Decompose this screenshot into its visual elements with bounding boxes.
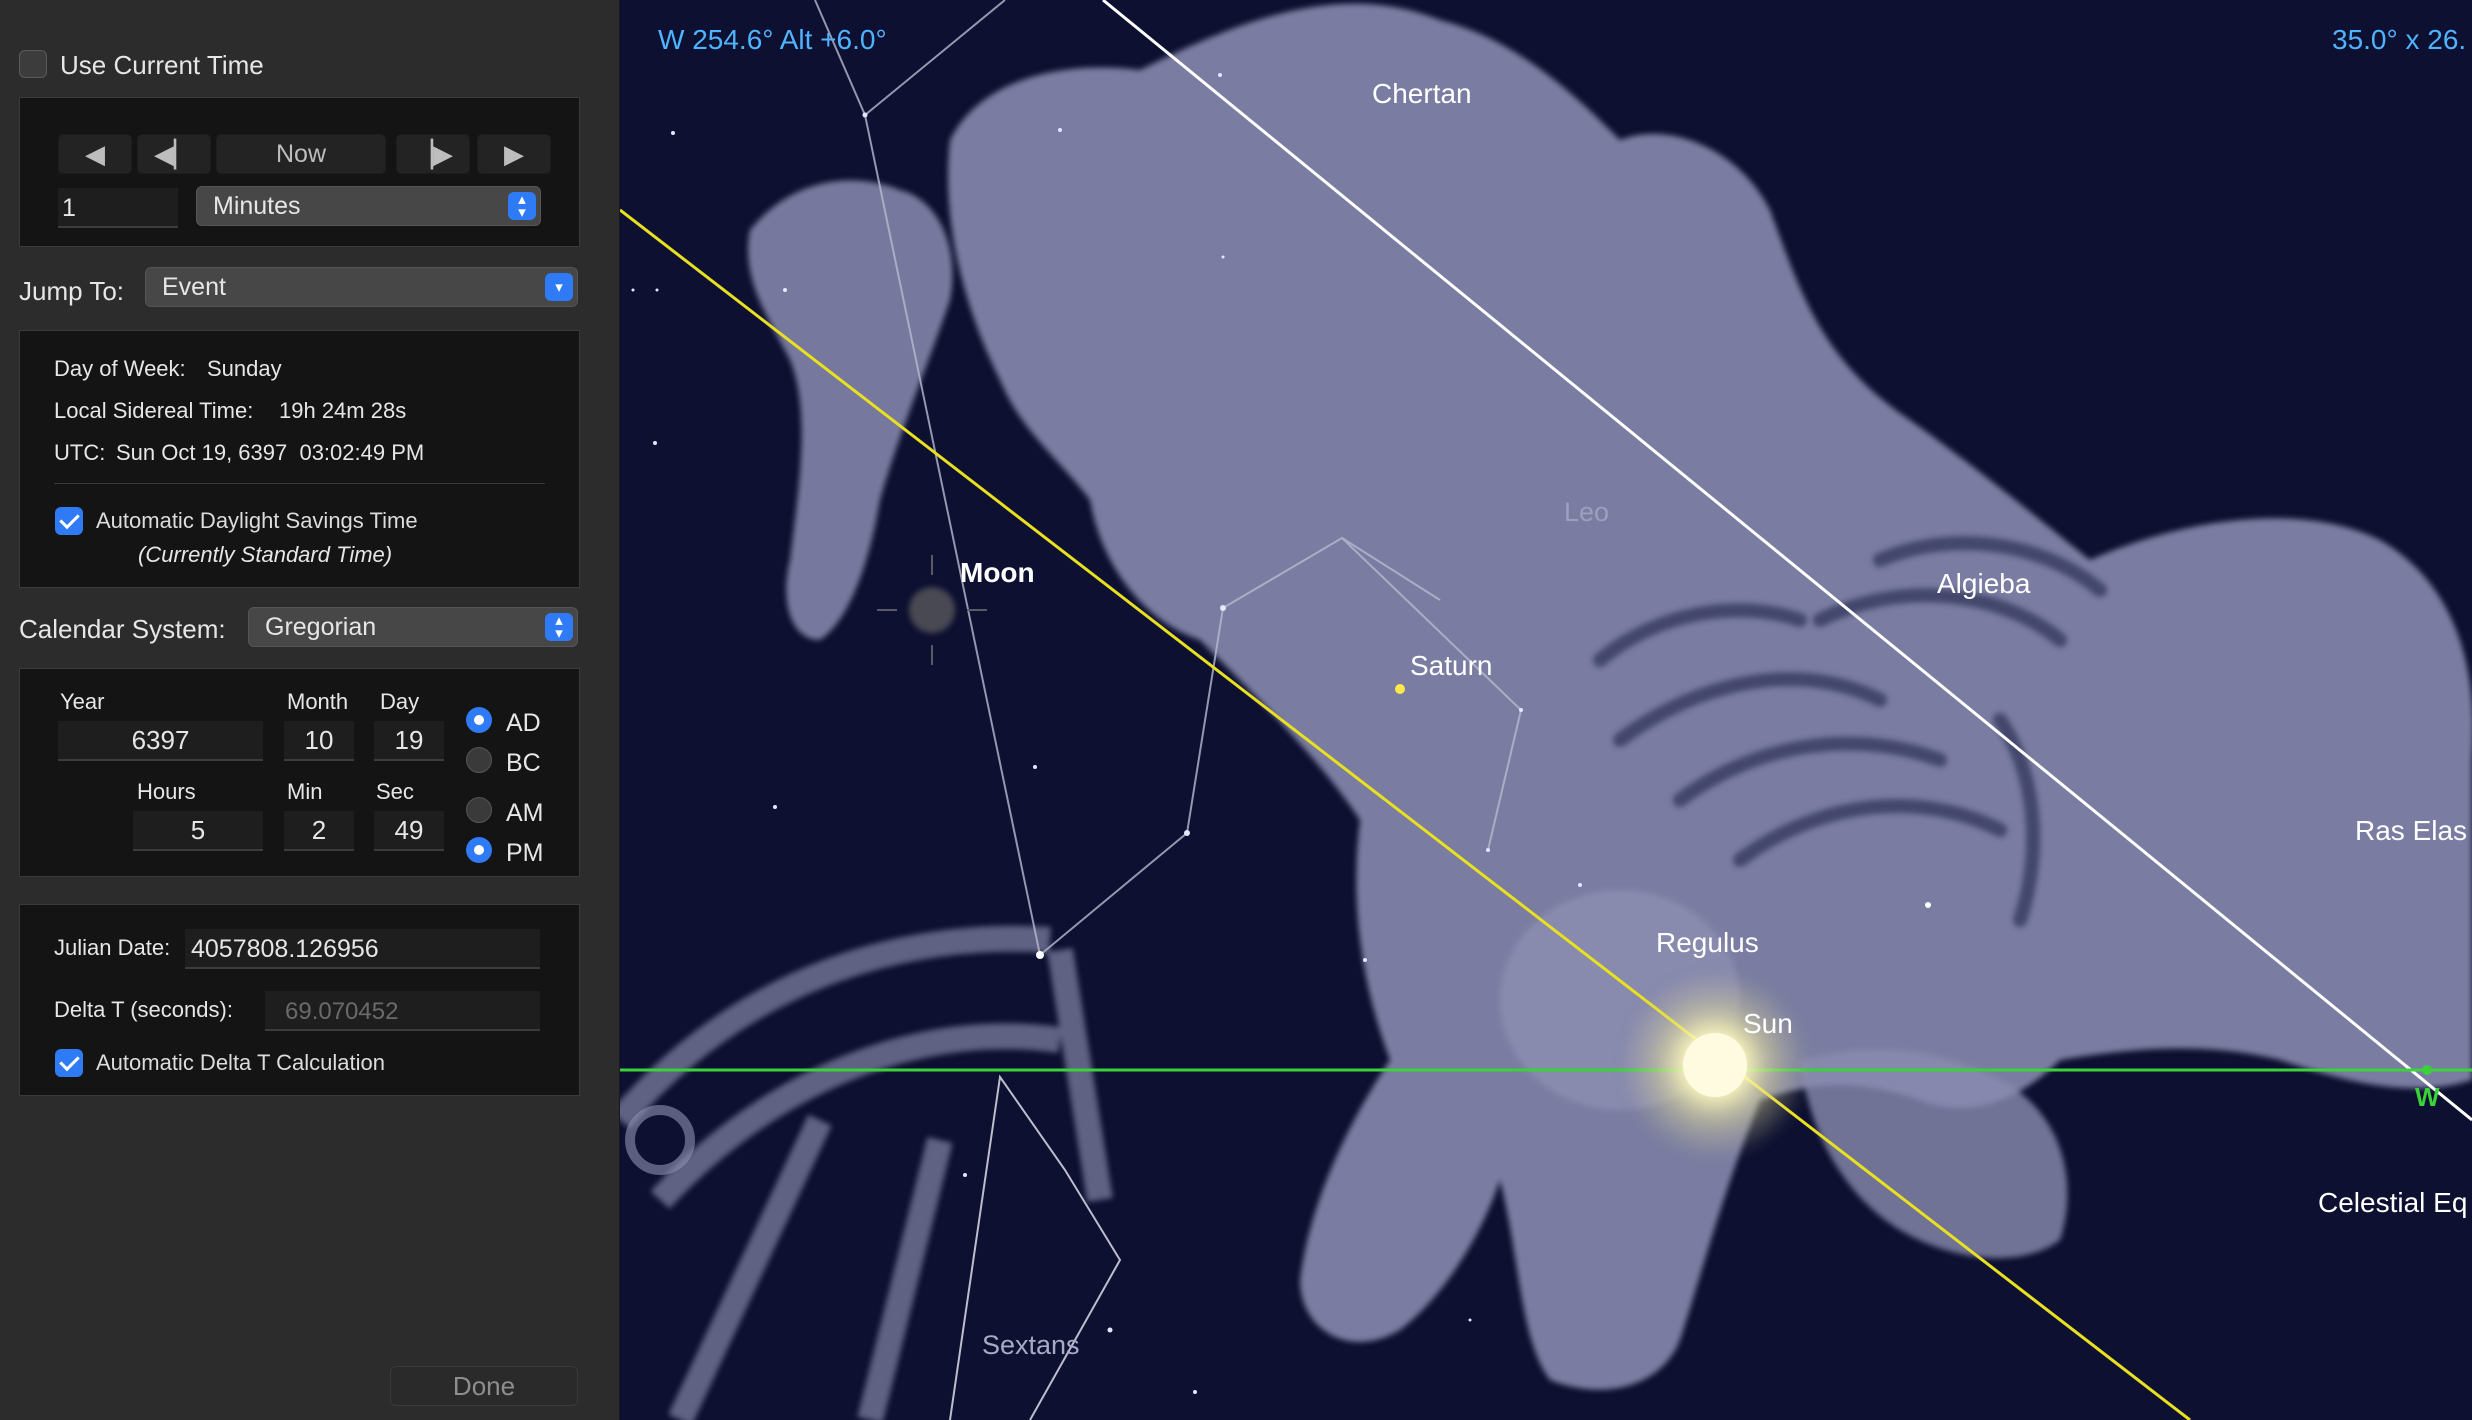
- sun[interactable]: [1620, 970, 1810, 1160]
- auto-delta-t-label: Automatic Delta T Calculation: [96, 1050, 385, 1075]
- auto-delta-t-checkbox[interactable]: [55, 1049, 83, 1077]
- moon-label: Moon: [960, 557, 1035, 588]
- jump-to-label: Jump To:: [19, 276, 125, 306]
- min-field[interactable]: 2: [284, 811, 354, 851]
- era-bc-label: BC: [506, 749, 541, 777]
- year-field[interactable]: 6397: [58, 721, 263, 761]
- dst-label: Automatic Daylight Savings Time: [96, 508, 418, 533]
- done-button[interactable]: Done: [390, 1366, 578, 1406]
- sky-view[interactable]: W 254.6° Alt +6.0° 35.0° x 26. Chertan L…: [620, 0, 2472, 1420]
- year-label: Year: [60, 689, 105, 714]
- step-forward-fast-button[interactable]: ▶: [477, 134, 551, 174]
- west-label: W: [2415, 1082, 2440, 1112]
- jump-to-value: Event: [162, 272, 226, 301]
- chertan-label: Chertan: [1372, 78, 1472, 109]
- month-label: Month: [287, 689, 349, 714]
- use-current-time-checkbox[interactable]: [19, 50, 47, 78]
- time-step-box: ◀ ◀▏ Now ▕▶ ▶ 1 Minutes ▴ ▾: [19, 97, 580, 247]
- regulus-label: Regulus: [1656, 927, 1759, 958]
- step-unit-select[interactable]: Minutes ▴ ▾: [196, 186, 541, 226]
- hours-field[interactable]: 5: [133, 811, 263, 851]
- calendar-system-label: Calendar System:: [19, 614, 226, 644]
- day-of-week-label: Day of Week:: [54, 356, 186, 381]
- date-time-panel: Use Current Time ◀ ◀▏ Now ▕▶ ▶ 1 Minutes…: [0, 0, 620, 1420]
- saturn[interactable]: [1395, 684, 1405, 694]
- ras-elas-label: Ras Elas: [2355, 815, 2468, 846]
- pm-radio[interactable]: [466, 837, 492, 863]
- era-ad-radio[interactable]: [466, 707, 492, 733]
- delta-t-label: Delta T (seconds):: [54, 997, 233, 1022]
- step-unit-value: Minutes: [213, 191, 301, 220]
- julian-date-box: Julian Date: 4057808.126956 Delta T (sec…: [19, 904, 580, 1096]
- celestial-equator-label: Celestial Eq: [2318, 1187, 2468, 1218]
- west-cardinal-point: [2422, 1065, 2432, 1075]
- position-readout: W 254.6° Alt +6.0°: [658, 24, 887, 55]
- hours-label: Hours: [137, 779, 196, 804]
- utc-label: UTC:: [54, 440, 106, 465]
- triangle-right-icon: ▶: [504, 138, 524, 169]
- sextans-label: Sextans: [982, 1330, 1080, 1360]
- step-forward-icon: ▕▶: [413, 138, 453, 169]
- sec-field[interactable]: 49: [374, 811, 444, 851]
- sec-label: Sec: [376, 779, 414, 804]
- am-label: AM: [506, 799, 544, 827]
- local-sidereal-time-value: 19h 24m 28s: [279, 398, 407, 423]
- day-of-week-value: Sunday: [207, 356, 282, 381]
- utc-value: Sun Oct 19, 6397 03:02:49 PM: [116, 440, 425, 465]
- algieba-label: Algieba: [1937, 568, 2031, 599]
- dst-note: (Currently Standard Time): [138, 542, 393, 567]
- step-forward-button[interactable]: ▕▶: [396, 134, 470, 174]
- jump-to-select[interactable]: Event ▾: [145, 267, 578, 307]
- leo-constellation-art: [748, 3, 2472, 1390]
- sun-label: Sun: [1743, 1008, 1793, 1039]
- chevron-down-icon: ▾: [545, 273, 573, 301]
- leo-label: Leo: [1564, 497, 1610, 527]
- step-value-field[interactable]: 1: [58, 188, 178, 228]
- era-bc-radio[interactable]: [466, 747, 492, 773]
- delta-t-field: 69.070452: [265, 991, 540, 1031]
- divider: [54, 483, 545, 484]
- sextans-ring: [625, 1105, 695, 1175]
- step-back-fast-button[interactable]: ◀: [58, 134, 132, 174]
- sky-chart-canvas[interactable]: [620, 0, 2472, 1420]
- time-info-box: Day of Week: Sunday Local Sidereal Time:…: [19, 330, 580, 588]
- fov-readout: 35.0° x 26.: [2332, 24, 2467, 55]
- regulus-star[interactable]: [1036, 951, 1044, 959]
- triangle-left-icon: ◀: [85, 138, 105, 169]
- local-sidereal-time-label: Local Sidereal Time:: [54, 398, 254, 423]
- calendar-system-select[interactable]: Gregorian ▴ ▾: [248, 607, 578, 647]
- updown-chevron-icon: ▴ ▾: [508, 192, 536, 220]
- calendar-system-value: Gregorian: [265, 612, 377, 641]
- ras-elas-star[interactable]: [1925, 902, 1931, 908]
- saturn-label: Saturn: [1410, 650, 1493, 681]
- step-back-icon: ◀▏: [154, 138, 194, 169]
- updown-chevron-icon: ▴ ▾: [545, 613, 573, 641]
- julian-date-label: Julian Date:: [54, 935, 171, 960]
- date-entry-box: Year 6397 Month 10 Day 19 Hours 5 Min 2 …: [19, 668, 580, 877]
- dst-checkbox[interactable]: [55, 507, 83, 535]
- day-label: Day: [380, 689, 420, 714]
- min-label: Min: [287, 779, 323, 804]
- julian-date-field[interactable]: 4057808.126956: [185, 929, 540, 969]
- era-ad-label: AD: [506, 709, 541, 737]
- am-radio[interactable]: [466, 797, 492, 823]
- month-field[interactable]: 10: [284, 721, 354, 761]
- pm-label: PM: [506, 839, 544, 867]
- use-current-time-label: Use Current Time: [60, 50, 264, 80]
- step-back-button[interactable]: ◀▏: [137, 134, 211, 174]
- day-field[interactable]: 19: [374, 721, 444, 761]
- now-button[interactable]: Now: [216, 134, 386, 174]
